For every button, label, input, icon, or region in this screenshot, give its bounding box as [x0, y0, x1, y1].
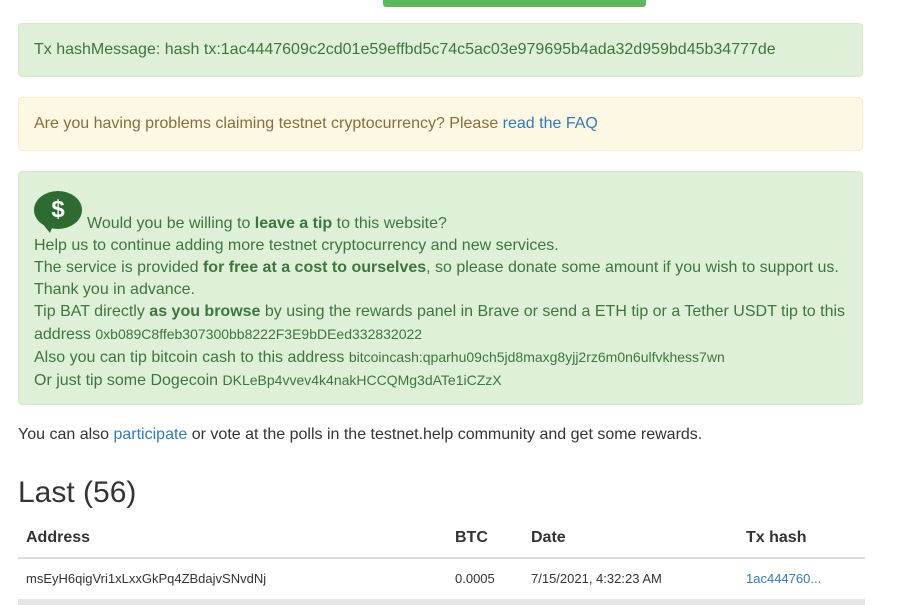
last-heading: Last (56) [18, 476, 137, 509]
claim-button-bottom-edge[interactable] [383, 0, 646, 7]
row-tx-hash-link[interactable]: 1ac444760... [746, 571, 821, 586]
bch-address[interactable]: bitcoincash:qparhu09ch5jd8maxg8yjj2rz6m0… [349, 349, 725, 365]
faq-alert-text: Are you having problems claiming testnet… [34, 115, 503, 132]
eth-address[interactable]: 0xb089C8ffeb307300bb8222F3E9bDEed3328320… [95, 326, 422, 342]
column-header-date: Date [523, 523, 738, 559]
transactions-table: Address BTC Date Tx hash msEyH6qigVri1xL… [18, 523, 865, 605]
column-header-address: Address [18, 523, 447, 559]
faq-link[interactable]: read the FAQ [503, 115, 598, 132]
tip-line-thanks: Thank you in advance. [34, 281, 195, 298]
table-row: msEyH6qigVri1xLxxGkPq4ZBdajvSNvdNj 0.000… [18, 558, 865, 605]
tip-line-help: Help us to continue adding more testnet … [34, 237, 559, 254]
doge-address[interactable]: DKLeBp4vvev4k4nakHCCQMg3dATe1iCZzX [223, 372, 502, 388]
tx-hash-alert: Tx hashMessage: hash tx:1ac4447609c2cd01… [18, 23, 863, 77]
column-header-tx-hash: Tx hash [738, 523, 865, 559]
tip-alert: $ Would you be willing to leave a tip to… [18, 171, 863, 405]
tip-line-service: The service is provided for free at a co… [34, 259, 839, 276]
faq-alert: Are you having problems claiming testnet… [18, 97, 863, 151]
tx-hash-value: 1ac4447609c2cd01e59effbd5c74c5ac03e97969… [220, 41, 776, 58]
dollar-speech-bubble-icon: $ [34, 187, 82, 235]
tip-question: Would you be willing to leave a tip to t… [87, 215, 447, 232]
row-date: 7/15/2021, 4:32:23 AM [523, 558, 738, 605]
participate-link[interactable]: participate [113, 426, 187, 443]
tip-line-bch: Also you can tip bitcoin cash to this ad… [34, 349, 725, 366]
row-btc: 0.0005 [447, 558, 523, 605]
row-address: msEyH6qigVri1xLxxGkPq4ZBdajvSNvdNj [18, 558, 447, 605]
tip-heading: $ Would you be willing to leave a tip to… [34, 187, 847, 235]
tip-line-bat: Tip BAT directly as you browse by using … [34, 303, 846, 343]
participate-paragraph: You can also participate or vote at the … [18, 426, 703, 443]
tip-emphasis: leave a tip [254, 215, 333, 232]
column-header-btc: BTC [447, 523, 523, 559]
tx-hash-label: Tx hashMessage: hash tx: [34, 41, 221, 58]
tip-line-doge: Or just tip some Dogecoin DKLeBp4vvev4k4… [34, 372, 502, 389]
